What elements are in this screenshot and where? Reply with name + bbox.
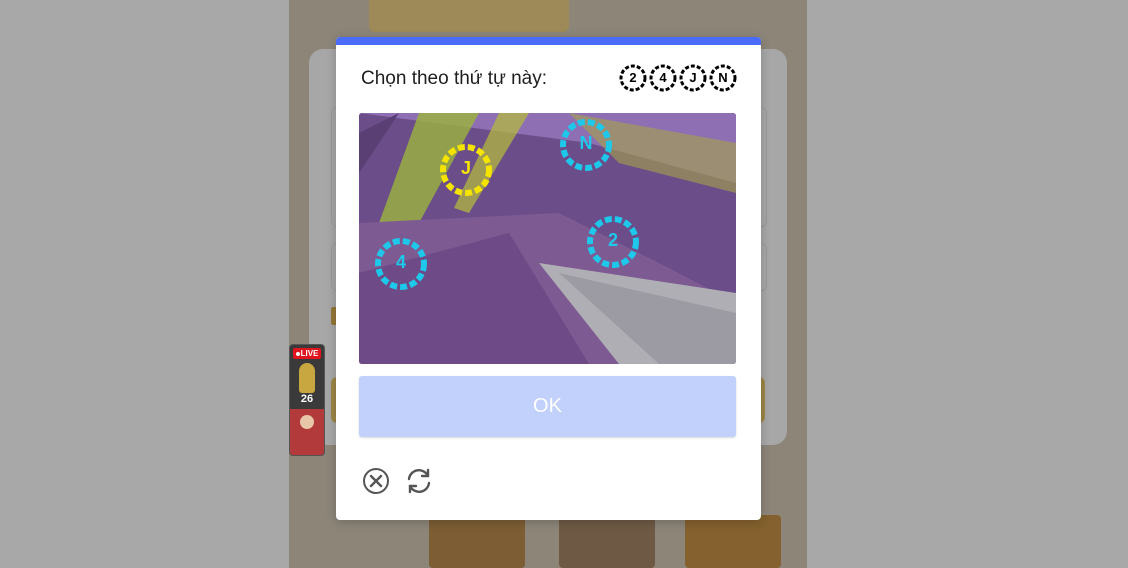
live-badge: LIVE — [293, 348, 321, 359]
captcha-sequence: 2 4 J N — [618, 63, 738, 95]
captcha-dialog: Chọn theo thứ tự này: 2 4 J N J N 2 4 OK — [336, 37, 761, 520]
captcha-target[interactable]: 4 — [372, 235, 430, 293]
refresh-icon[interactable] — [403, 465, 435, 497]
captcha-prompt: Chọn theo thứ tự này: — [361, 68, 547, 89]
background-tile — [429, 515, 525, 568]
sequence-glyph: 4 — [648, 63, 678, 93]
captcha-target[interactable]: J — [437, 141, 495, 199]
live-widget[interactable]: LIVE 26 — [289, 344, 325, 456]
dialog-accent-bar — [336, 37, 761, 45]
close-circle-icon[interactable] — [360, 465, 392, 497]
sequence-glyph: N — [708, 63, 738, 93]
background-tile — [685, 515, 781, 568]
captcha-target[interactable]: N — [557, 116, 615, 174]
sequence-glyph: 2 — [618, 63, 648, 93]
background-banner — [369, 0, 569, 32]
trophy-icon — [299, 363, 315, 393]
captcha-image[interactable]: J N 2 4 — [359, 113, 736, 364]
players-thumbnail — [290, 409, 324, 455]
captcha-target[interactable]: 2 — [584, 213, 642, 271]
background-tile — [559, 515, 655, 568]
sequence-glyph: J — [678, 63, 708, 93]
live-widget-number: 26 — [300, 393, 314, 405]
ok-button[interactable]: OK — [359, 376, 736, 437]
